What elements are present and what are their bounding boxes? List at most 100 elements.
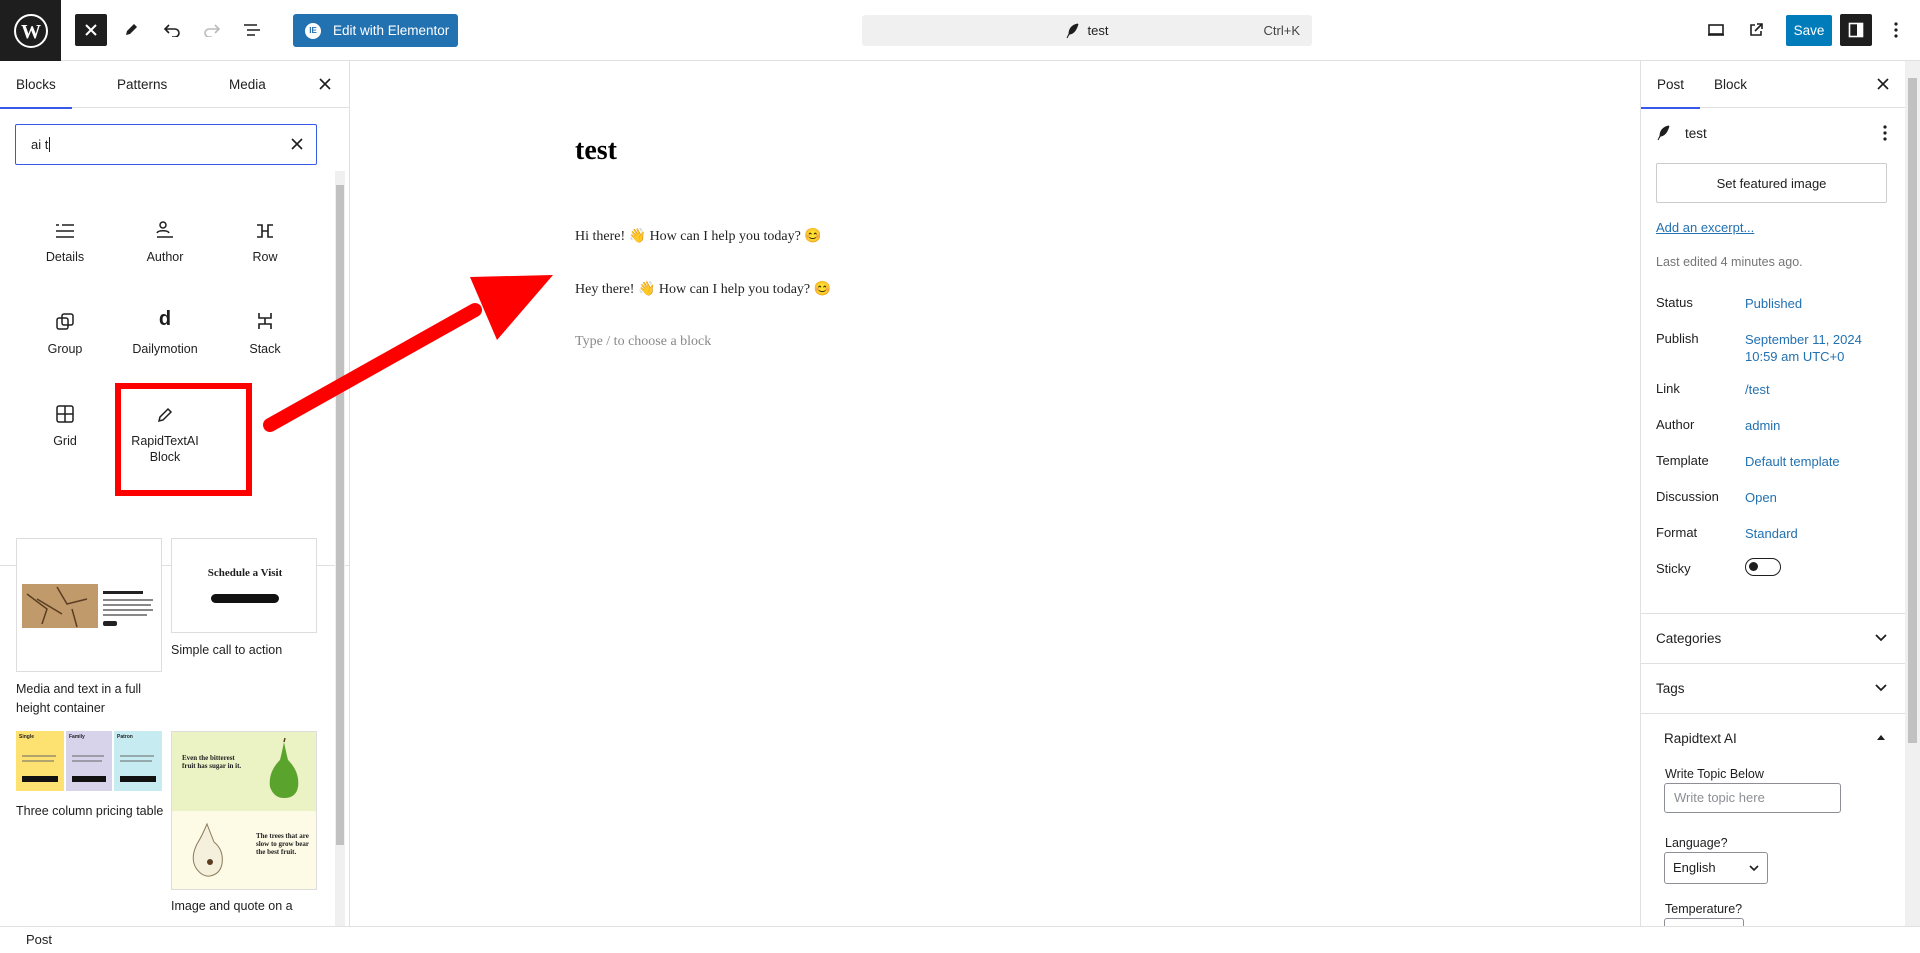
feather-icon bbox=[1066, 23, 1078, 38]
command-palette-bar[interactable]: test Ctrl+K bbox=[862, 15, 1312, 46]
dailymotion-icon: d bbox=[158, 308, 172, 330]
add-excerpt-link[interactable]: Add an excerpt... bbox=[1656, 220, 1754, 235]
tab-media[interactable]: Media bbox=[229, 61, 266, 108]
sidebar-icon bbox=[1848, 22, 1864, 38]
document-title: test bbox=[1087, 23, 1109, 38]
block-item-details[interactable]: Details bbox=[15, 205, 115, 295]
post-summary-title-text: test bbox=[1685, 125, 1707, 141]
pattern-label: Three column pricing table bbox=[16, 804, 164, 818]
block-item-dailymotion[interactable]: d Dailymotion bbox=[115, 297, 215, 387]
block-item-stack[interactable]: Stack bbox=[215, 297, 315, 387]
meta-key: Discussion bbox=[1656, 489, 1719, 504]
meta-value-link[interactable]: Default template bbox=[1745, 453, 1895, 470]
meta-key: Template bbox=[1656, 453, 1709, 468]
meta-value-link[interactable]: September 11, 2024 10:59 am UTC+0 bbox=[1745, 331, 1895, 365]
pen-icon bbox=[126, 24, 137, 35]
last-edited-text: Last edited 4 minutes ago. bbox=[1656, 255, 1803, 269]
sidebar-scrollbar[interactable] bbox=[1905, 61, 1920, 926]
pattern-label: Simple call to action bbox=[171, 643, 283, 657]
meta-value-link[interactable]: Standard bbox=[1745, 525, 1895, 542]
temperature-label: Temperature? bbox=[1665, 902, 1743, 916]
panel-rapidtext-ai: Rapidtext AI bbox=[1641, 713, 1905, 926]
block-item-row[interactable]: Row bbox=[215, 205, 315, 295]
grid-icon bbox=[56, 405, 74, 423]
pricing-lines bbox=[22, 755, 156, 782]
tab-post[interactable]: Post bbox=[1641, 61, 1701, 109]
options-button[interactable] bbox=[1880, 14, 1912, 46]
chevron-down-icon bbox=[1875, 684, 1887, 692]
feather-icon bbox=[1657, 125, 1670, 141]
panel-title[interactable]: Rapidtext AI bbox=[1664, 731, 1737, 746]
pattern-image-quote[interactable]: Even the bitterest fruit has sugar in it… bbox=[171, 731, 317, 890]
inserter-scrollbar[interactable] bbox=[335, 171, 345, 926]
save-button[interactable]: Save bbox=[1786, 15, 1832, 46]
language-select[interactable]: English bbox=[1664, 852, 1768, 884]
author-icon bbox=[156, 221, 173, 238]
close-icon[interactable] bbox=[1875, 76, 1891, 92]
pattern-button-shape bbox=[211, 594, 279, 603]
settings-toggle-button[interactable] bbox=[1840, 14, 1872, 46]
clear-search-icon[interactable] bbox=[290, 137, 304, 151]
breadcrumb-item-post[interactable]: Post bbox=[26, 932, 52, 947]
block-item-grid[interactable]: Grid bbox=[15, 389, 115, 479]
more-vertical-icon[interactable] bbox=[1883, 125, 1887, 141]
close-icon[interactable] bbox=[317, 76, 333, 92]
meta-value-link[interactable]: Published bbox=[1745, 295, 1895, 312]
set-featured-image-button[interactable]: Set featured image bbox=[1656, 163, 1887, 203]
block-label: Row bbox=[252, 250, 278, 264]
edit-with-elementor-button[interactable]: IE Edit with Elementor bbox=[293, 14, 458, 47]
document-overview-button[interactable] bbox=[236, 14, 268, 46]
meta-value-link[interactable]: /test bbox=[1745, 381, 1895, 398]
settings-sidebar: Post Block test Set featured image Add a… bbox=[1640, 61, 1905, 926]
language-label: Language? bbox=[1665, 836, 1728, 850]
block-label: Details bbox=[45, 250, 85, 264]
redo-button[interactable] bbox=[196, 14, 228, 46]
meta-key: Author bbox=[1656, 417, 1695, 432]
chevron-down-icon bbox=[1749, 865, 1759, 872]
topic-input[interactable]: Write topic here bbox=[1664, 783, 1841, 813]
tab-patterns[interactable]: Patterns bbox=[117, 61, 167, 108]
tab-block[interactable]: Block bbox=[1714, 61, 1747, 108]
paragraph-block[interactable]: Hey there! 👋 How can I help you today? 😊 bbox=[575, 281, 831, 298]
panel-tags[interactable]: Tags bbox=[1641, 663, 1905, 713]
sticky-toggle[interactable] bbox=[1745, 558, 1781, 576]
meta-value-link[interactable]: Open bbox=[1745, 489, 1895, 506]
chevron-down-icon bbox=[1875, 634, 1887, 642]
undo-button[interactable] bbox=[156, 14, 188, 46]
block-label: Group bbox=[47, 342, 83, 356]
meta-value-link[interactable]: admin bbox=[1745, 417, 1895, 434]
search-value: ai t bbox=[31, 137, 49, 152]
elementor-icon: IE bbox=[305, 22, 321, 39]
meta-key: Publish bbox=[1656, 331, 1699, 346]
pattern-pricing-table[interactable]: Single Family Patron bbox=[16, 731, 162, 797]
view-post-button[interactable] bbox=[1740, 14, 1772, 46]
inserter-tabs: Blocks Patterns Media bbox=[0, 61, 349, 109]
block-item-group[interactable]: Group bbox=[15, 297, 115, 387]
caret-up-icon[interactable] bbox=[1874, 731, 1888, 745]
meta-key: Status bbox=[1656, 295, 1693, 310]
pattern-label: Media and text in a full height containe… bbox=[16, 682, 142, 715]
close-inserter-button[interactable] bbox=[75, 14, 107, 46]
panel-title: Tags bbox=[1656, 681, 1685, 696]
block-item-author[interactable]: Author bbox=[115, 205, 215, 295]
wordpress-logo-icon[interactable]: W bbox=[0, 0, 61, 61]
tab-blocks[interactable]: Blocks bbox=[0, 61, 72, 109]
temperature-input[interactable] bbox=[1664, 918, 1744, 926]
row-icon bbox=[257, 224, 273, 238]
block-label: Grid bbox=[53, 434, 77, 448]
panel-categories[interactable]: Categories bbox=[1641, 613, 1905, 663]
block-appender-placeholder[interactable]: Type / to choose a block bbox=[575, 334, 711, 350]
block-label: Dailymotion bbox=[132, 342, 198, 356]
preview-button[interactable] bbox=[1700, 14, 1732, 46]
pattern-heading: Schedule a Visit bbox=[207, 567, 283, 579]
panel-title: Categories bbox=[1656, 631, 1722, 646]
pattern-call-to-action[interactable]: Schedule a Visit bbox=[171, 538, 317, 633]
meta-key: Format bbox=[1656, 525, 1698, 540]
group-icon bbox=[56, 313, 74, 330]
pattern-media-text[interactable] bbox=[16, 538, 162, 672]
paragraph-block[interactable]: Hi there! 👋 How can I help you today? 😊 bbox=[575, 228, 822, 245]
pattern-label: Image and quote on a background bbox=[171, 899, 293, 913]
post-title[interactable]: test bbox=[575, 135, 617, 167]
tools-button[interactable] bbox=[115, 14, 147, 46]
block-search-input[interactable]: ai t bbox=[15, 124, 317, 165]
